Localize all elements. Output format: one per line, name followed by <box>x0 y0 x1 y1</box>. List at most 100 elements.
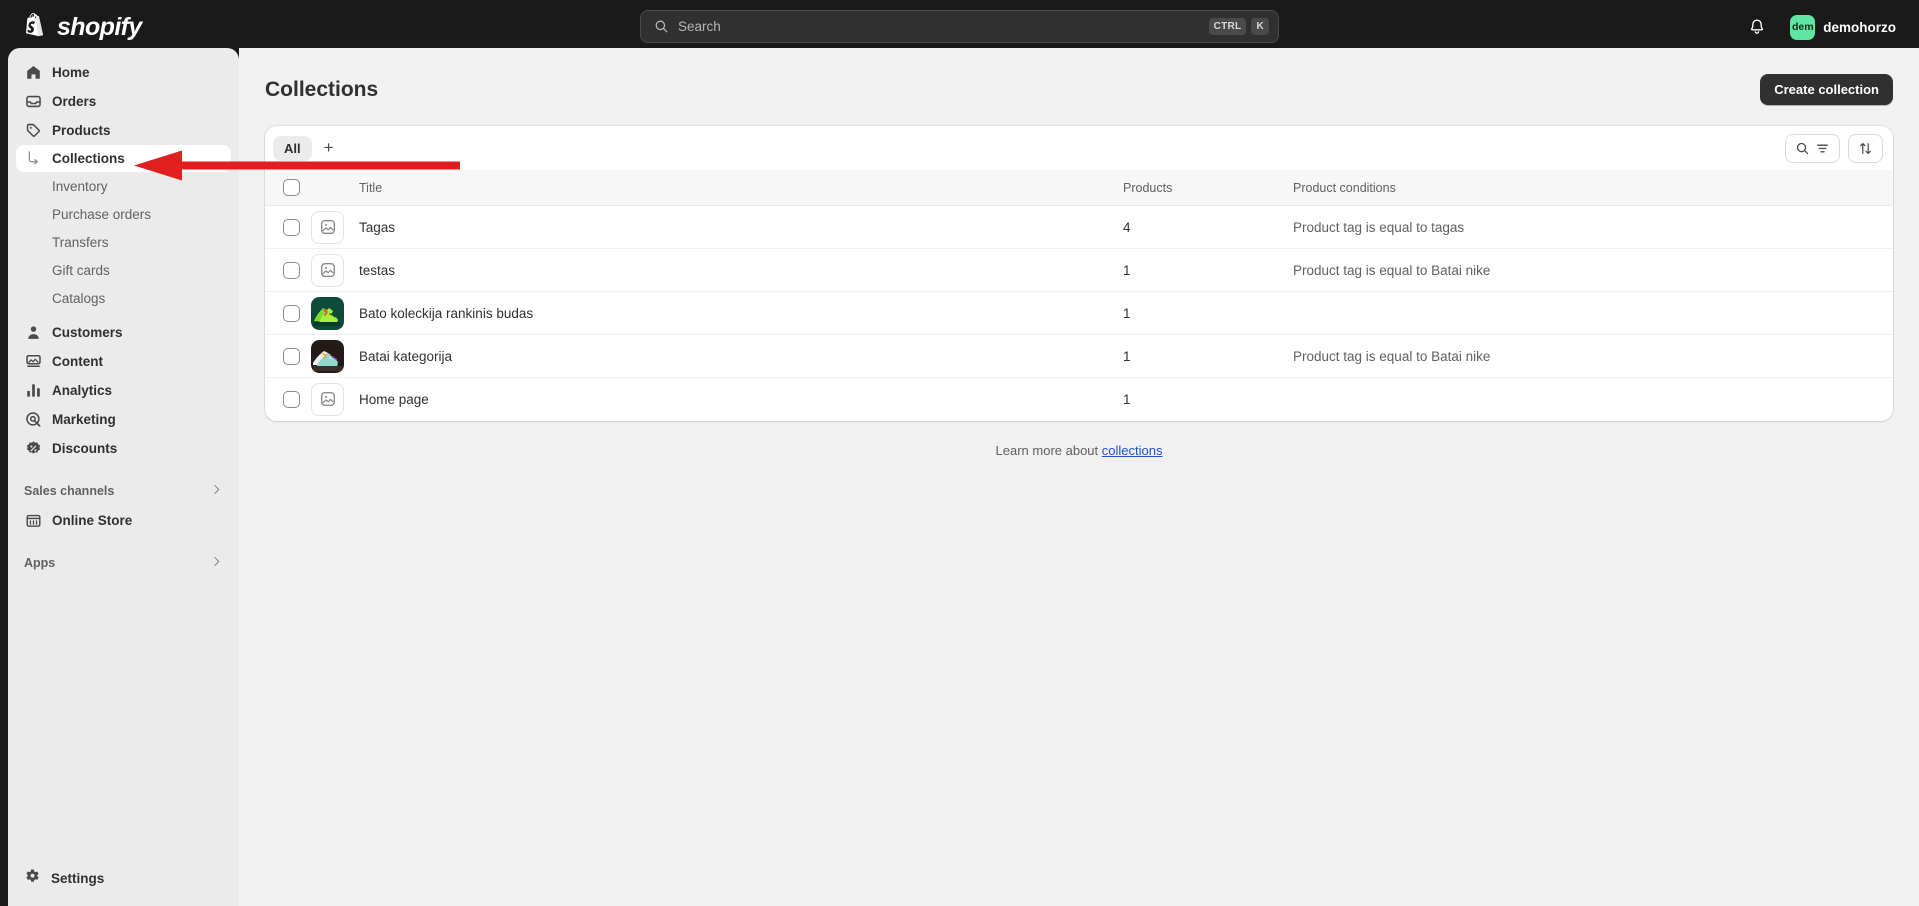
page-header: Collections Create collection <box>239 48 1919 105</box>
sidebar-item-home[interactable]: Home <box>16 58 231 86</box>
shortcut-k: K <box>1251 18 1269 35</box>
sidebar-item-label: Catalogs <box>52 291 105 306</box>
bell-icon <box>1748 18 1766 36</box>
sidebar-item-analytics[interactable]: Analytics <box>16 376 231 404</box>
column-header-product-conditions[interactable]: Product conditions <box>1293 170 1893 206</box>
analytics-icon <box>24 381 42 399</box>
row-checkbox[interactable] <box>283 262 300 279</box>
row-checkbox[interactable] <box>283 348 300 365</box>
row-products-count: 1 <box>1123 378 1293 421</box>
shopify-bag-icon <box>22 13 48 41</box>
sidebar-item-settings[interactable]: Settings <box>16 864 231 892</box>
row-title[interactable]: Tagas <box>359 206 1123 249</box>
row-select-cell <box>265 249 311 292</box>
row-checkbox[interactable] <box>283 391 300 408</box>
section-label: Apps <box>24 556 55 570</box>
sidebar-item-online-store[interactable]: Online Store <box>16 506 231 534</box>
column-header-products[interactable]: Products <box>1123 170 1293 206</box>
row-products-count: 1 <box>1123 292 1293 335</box>
row-select-cell <box>265 378 311 421</box>
sidebar-item-gift-cards[interactable]: Gift cards <box>16 257 231 284</box>
sidebar-item-marketing[interactable]: Marketing <box>16 405 231 433</box>
search-icon <box>1795 141 1810 156</box>
table-row[interactable]: Tagas 4 Product tag is equal to tagas <box>265 206 1893 249</box>
sidebar-item-label: Inventory <box>52 179 108 194</box>
select-all-header <box>265 170 311 206</box>
shopify-logo[interactable]: shopify <box>22 0 142 54</box>
placeholder-image-icon <box>311 254 344 287</box>
page-title: Collections <box>265 78 378 102</box>
row-product-conditions <box>1293 378 1893 421</box>
collections-card: All + <box>265 126 1893 421</box>
avatar-initials: dem <box>1792 21 1814 33</box>
sidebar-item-collections[interactable]: Collections <box>16 145 231 172</box>
sidebar-section-apps[interactable]: Apps <box>16 550 231 576</box>
sidebar-item-discounts[interactable]: Discounts <box>16 434 231 462</box>
row-checkbox[interactable] <box>283 305 300 322</box>
table-row[interactable]: testas 1 Product tag is equal to Batai n… <box>265 249 1893 292</box>
search-placeholder: Search <box>678 19 1204 34</box>
sidebar-item-transfers[interactable]: Transfers <box>16 229 231 256</box>
gear-icon <box>24 868 41 888</box>
filter-icon <box>1815 141 1830 156</box>
table-row[interactable]: Home page 1 <box>265 378 1893 421</box>
tab-all[interactable]: All <box>273 136 312 161</box>
placeholder-image-icon <box>311 211 344 244</box>
collections-help-link[interactable]: collections <box>1102 443 1163 458</box>
sidebar-item-label: Marketing <box>52 412 116 427</box>
sort-button[interactable] <box>1848 134 1883 163</box>
placeholder-image-icon <box>311 383 344 416</box>
shortcut-ctrl: CTRL <box>1209 18 1247 35</box>
row-title[interactable]: Home page <box>359 378 1123 421</box>
row-product-conditions <box>1293 292 1893 335</box>
sidebar-item-label: Orders <box>52 94 96 109</box>
sidebar-item-label: Discounts <box>52 441 117 456</box>
search-input[interactable]: Search CTRL K <box>640 10 1279 43</box>
section-label: Sales channels <box>24 484 114 498</box>
table-row[interactable]: Batai kategorija 1 Product tag is equal … <box>265 335 1893 378</box>
add-tab-button[interactable]: + <box>314 136 344 161</box>
sidebar-item-catalogs[interactable]: Catalogs <box>16 285 231 312</box>
row-title[interactable]: Bato koleckija rankinis budas <box>359 292 1123 335</box>
sidebar-item-label: Home <box>52 65 90 80</box>
collection-thumbnail-green-sneakers <box>311 297 344 330</box>
row-select-cell <box>265 335 311 378</box>
row-products-count: 1 <box>1123 249 1293 292</box>
column-header-title[interactable]: Title <box>359 170 1123 206</box>
row-title[interactable]: testas <box>359 249 1123 292</box>
thumbnail-header <box>311 170 359 206</box>
sidebar-item-label: Collections <box>52 151 125 166</box>
table-header: Title Products Product conditions <box>265 170 1893 206</box>
create-collection-button[interactable]: Create collection <box>1760 74 1893 105</box>
sidebar-item-purchase-orders[interactable]: Purchase orders <box>16 201 231 228</box>
table-header-row: Title Products Product conditions <box>265 170 1893 206</box>
row-thumbnail-cell <box>311 206 359 249</box>
search-and-filter-button[interactable] <box>1785 134 1840 163</box>
customer-icon <box>24 323 42 341</box>
search-container[interactable]: Search CTRL K <box>640 10 1279 43</box>
sidebar-section-sales-channels[interactable]: Sales channels <box>16 478 231 504</box>
sidebar-item-content[interactable]: Content <box>16 347 231 375</box>
collections-table: Title Products Product conditions <box>265 170 1893 421</box>
sidebar-item-label: Content <box>52 354 103 369</box>
tag-icon <box>24 121 42 139</box>
row-title[interactable]: Batai kategorija <box>359 335 1123 378</box>
chevron-right-icon <box>210 555 223 571</box>
sidebar-item-products[interactable]: Products <box>16 116 231 144</box>
sidebar-item-orders[interactable]: Orders <box>16 87 231 115</box>
chevron-right-icon <box>210 483 223 499</box>
sidebar: Home Orders Products <box>8 48 239 906</box>
row-checkbox[interactable] <box>283 219 300 236</box>
sidebar-item-customers[interactable]: Customers <box>16 318 231 346</box>
top-bar: shopify Search CTRL K dem demohorzo <box>0 0 1919 54</box>
notifications-button[interactable] <box>1742 12 1772 42</box>
tab-list: All + <box>273 136 344 161</box>
select-all-checkbox[interactable] <box>283 179 300 196</box>
sales-channels-list: Online Store <box>8 506 239 534</box>
main-content: Collections Create collection All + <box>239 48 1919 906</box>
storefront-icon <box>24 511 42 529</box>
user-menu[interactable]: dem demohorzo <box>1786 11 1903 44</box>
table-row[interactable]: Bato koleckija rankinis budas 1 <box>265 292 1893 335</box>
sidebar-item-inventory[interactable]: Inventory <box>16 173 231 200</box>
orders-icon <box>24 92 42 110</box>
